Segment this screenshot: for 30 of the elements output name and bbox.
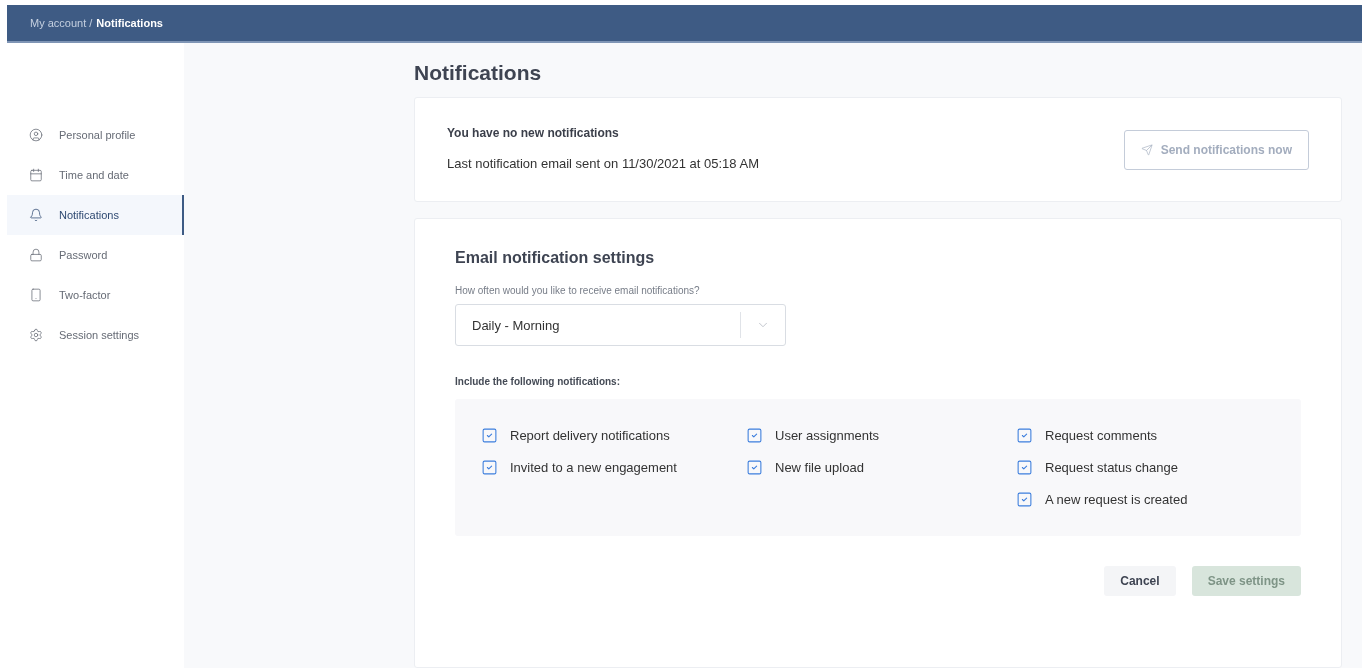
breadcrumb-link[interactable]: My account / — [30, 17, 93, 29]
sidebar-item[interactable]: Password — [7, 235, 184, 275]
notification-checkbox[interactable]: A new request is created — [1016, 491, 1275, 508]
sidebar-item-icon — [29, 328, 43, 342]
notification-checkbox[interactable]: New file upload — [746, 459, 1016, 476]
sidebar-item[interactable]: Session settings — [7, 315, 184, 355]
sidebar-item[interactable]: Two-factor — [7, 275, 184, 315]
notification-checkbox[interactable]: Invited to a new engagement — [481, 459, 746, 476]
notification-checkbox[interactable]: Request status change — [1016, 459, 1275, 476]
frequency-label: How often would you like to receive email notifications? — [455, 285, 701, 296]
frequency-select[interactable]: Daily - Morning — [455, 304, 786, 346]
breadcrumb-current: Notifications — [96, 17, 163, 29]
page-title: Notifications — [414, 61, 543, 85]
sidebar-item[interactable]: Personal profile — [7, 115, 184, 155]
settings-title: Email notification settings — [455, 249, 656, 267]
sidebar-item[interactable]: Time and date — [7, 155, 184, 195]
cancel-button[interactable]: Cancel — [1104, 566, 1176, 596]
notification-checkbox[interactable]: Report delivery notifications — [481, 427, 746, 444]
sidebar-item-icon — [29, 168, 43, 182]
send-icon — [1140, 144, 1153, 156]
last-sent-text: Last notification email sent on 11/30/2021 at 05:18 AM — [447, 156, 759, 171]
notification-checkbox[interactable]: Request comments — [1016, 427, 1275, 444]
sidebar-item-icon — [29, 128, 43, 142]
notification-checkbox[interactable]: User assignments — [746, 427, 1016, 444]
sidebar-item-icon — [29, 208, 43, 222]
sidebar-item[interactable]: Notifications — [7, 195, 184, 235]
status-heading: You have no new notifications — [447, 126, 620, 140]
include-label: Include the following notifications: — [455, 376, 621, 387]
sidebar-item-icon — [29, 288, 43, 302]
sidebar-item-icon — [29, 248, 43, 262]
